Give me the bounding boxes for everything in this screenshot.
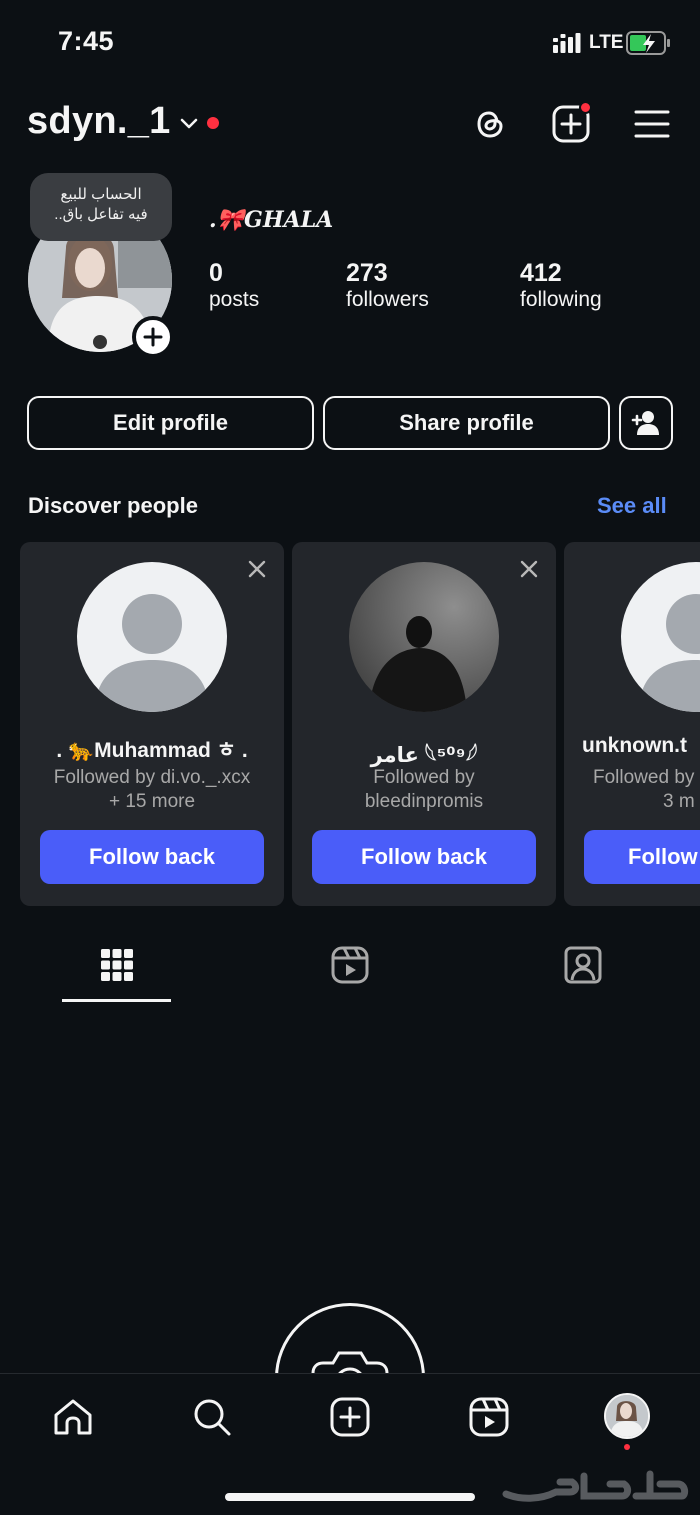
stat-followers-value: 273 <box>346 259 388 287</box>
home-icon[interactable] <box>51 1395 95 1439</box>
tagged-icon[interactable] <box>562 944 604 986</box>
status-time: 7:45 <box>58 26 115 56</box>
suggestion-mutuals-line-2: 3 m <box>663 791 695 812</box>
create-notification-dot <box>579 101 592 114</box>
follow-back-button[interactable]: Follow back <box>312 830 536 884</box>
note-line-1: الحساب للبيع <box>60 186 142 203</box>
see-all-link[interactable]: See all <box>597 493 667 519</box>
chevron-down-icon[interactable] <box>178 112 200 134</box>
suggestion-card[interactable]: unknown.t Followed by 3 m Follow <box>564 542 700 906</box>
follow-button[interactable]: Follow <box>584 830 700 884</box>
stat-posts-label: posts <box>209 288 260 311</box>
add-story-button[interactable] <box>132 316 174 358</box>
stat-posts-value: 0 <box>209 259 223 287</box>
discover-people-title: Discover people <box>28 493 198 518</box>
suggestion-card[interactable]: عامر 𓆩⁵⁰⁹𓆪 Followed by bleedinpromis Fol… <box>292 542 556 906</box>
active-tab-indicator <box>62 999 171 1002</box>
follow-back-button[interactable]: Follow back <box>40 830 264 884</box>
suggestion-name[interactable]: unknown.t <box>582 734 687 758</box>
signal-icon <box>553 33 581 53</box>
edit-profile-button[interactable]: Edit profile <box>27 396 314 450</box>
note-line-2: فيه تفاعل باق.. <box>54 206 148 223</box>
stat-followers-label: followers <box>346 288 429 311</box>
discover-people-button[interactable] <box>619 396 673 450</box>
stat-followers[interactable]: 273 followers <box>346 259 429 312</box>
default-avatar-icon <box>621 562 700 712</box>
threads-icon[interactable] <box>470 104 510 144</box>
suggestion-avatar[interactable] <box>77 562 227 712</box>
default-avatar-icon <box>77 562 227 712</box>
suggestion-mutuals-line-1: Followed by di.vo._.xcx <box>53 767 251 788</box>
suggestion-card[interactable]: . 🐆Muhammad ㅎ . Followed by di.vo._.xcx … <box>20 542 284 906</box>
reels-tab-icon[interactable] <box>329 944 371 986</box>
share-profile-button[interactable]: Share profile <box>323 396 610 450</box>
suggestion-avatar[interactable] <box>621 562 700 712</box>
notification-dot <box>207 117 219 129</box>
menu-icon[interactable] <box>632 104 672 144</box>
suggestion-mutuals-line-1: Followed by <box>373 767 475 788</box>
search-icon[interactable] <box>190 1395 234 1439</box>
suggestion-mutuals-line-1: Followed by <box>593 767 695 788</box>
stat-following[interactable]: 412 following <box>520 259 602 312</box>
close-icon[interactable] <box>518 558 540 580</box>
add-person-icon <box>631 411 659 435</box>
reels-icon[interactable] <box>467 1395 511 1439</box>
profile-note[interactable]: الحساب للبيع فيه تفاعل باق.. <box>30 173 172 241</box>
suggestion-name[interactable]: . 🐆Muhammad ㅎ . <box>20 734 284 764</box>
network-label: LTE <box>589 32 624 53</box>
profile-notification-dot <box>624 1444 630 1450</box>
profile-username[interactable]: sdyn._1 <box>27 100 171 143</box>
close-icon[interactable] <box>246 558 268 580</box>
plus-icon <box>143 327 163 347</box>
stat-posts[interactable]: 0 posts <box>209 259 259 312</box>
suggestion-avatar[interactable] <box>349 562 499 712</box>
profile-avatar[interactable] <box>604 1393 650 1439</box>
suggestion-mutuals: Followed by 3 m <box>593 766 695 814</box>
battery-icon <box>626 31 670 55</box>
suggestion-mutuals-line-2: + 15 more <box>108 791 196 812</box>
create-icon[interactable] <box>328 1395 372 1439</box>
stat-following-label: following <box>520 288 602 311</box>
suggestion-mutuals: Followed by di.vo._.xcx + 15 more <box>20 766 284 814</box>
suggestion-photo <box>349 562 499 712</box>
stat-following-value: 412 <box>520 259 562 287</box>
suggestion-mutuals-line-2: bleedinpromis <box>364 791 484 812</box>
display-name: .🎀GHALA <box>209 207 334 233</box>
grid-icon[interactable] <box>96 944 138 986</box>
suggestion-mutuals: Followed by bleedinpromis <box>292 766 556 814</box>
profile-photo-thumb <box>606 1395 648 1437</box>
home-indicator <box>225 1493 475 1501</box>
suggestion-name[interactable]: عامر 𓆩⁵⁰⁹𓆪 <box>292 734 556 769</box>
haraj-watermark-logo <box>502 1470 689 1502</box>
